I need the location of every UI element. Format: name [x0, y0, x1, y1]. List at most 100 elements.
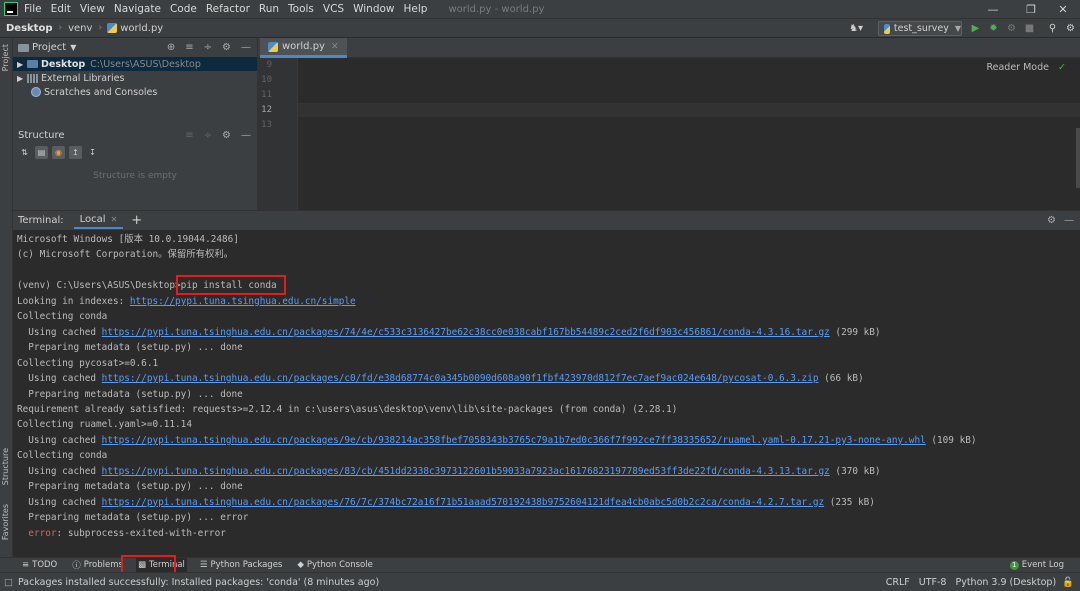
minimize-icon[interactable]: —: [976, 0, 1010, 19]
terminal-line: error: subprocess-exited-with-error: [17, 527, 226, 541]
stop-icon[interactable]: ■: [1023, 22, 1036, 35]
todo-tool-button[interactable]: ≡ TODO: [20, 558, 59, 573]
collapse-all-icon[interactable]: ≡: [185, 42, 193, 53]
menu-code[interactable]: Code: [170, 3, 197, 15]
terminal-line: Collecting conda: [17, 310, 107, 324]
structure-stripe-button[interactable]: Structure: [1, 448, 10, 485]
menu-window[interactable]: Window: [353, 3, 394, 15]
project-panel-title[interactable]: Project: [32, 42, 66, 53]
tree-item-label: Scratches and Consoles: [44, 86, 158, 98]
terminal-line-text: Collecting pycosat>=0.6.1: [17, 357, 159, 369]
show-inherited-icon[interactable]: ◉: [52, 145, 65, 159]
lock-icon[interactable]: 🔓: [1062, 577, 1074, 588]
python-console-tool-button[interactable]: ◆ Python Console: [295, 558, 374, 573]
menu-file[interactable]: File: [24, 3, 42, 15]
hide-icon[interactable]: —: [241, 42, 251, 53]
python-packages-tool-button[interactable]: ☰ Python Packages: [198, 558, 284, 573]
debug-icon[interactable]: ✹: [987, 22, 1000, 35]
menu-vcs[interactable]: VCS: [323, 3, 344, 15]
structure-toolbar: ⇅ ▤ ◉ ↥ ↧: [13, 143, 257, 161]
restore-icon[interactable]: ❐: [1014, 0, 1048, 19]
editor-tab-world-py[interactable]: world.py ✕: [260, 38, 347, 58]
collapse-all-icon[interactable]: ≡: [185, 130, 193, 141]
terminal-line: Using cached https://pypi.tuna.tsinghua.…: [17, 434, 976, 448]
terminal-output[interactable]: Microsoft Windows [版本 10.0.19044.2486] (c…: [13, 230, 1080, 557]
breadcrumb-file-label: world.py: [120, 22, 164, 34]
terminal-link[interactable]: https://pypi.tuna.tsinghua.edu.cn/packag…: [102, 327, 830, 338]
terminal-link[interactable]: https://pypi.tuna.tsinghua.edu.cn/packag…: [102, 373, 819, 384]
project-stripe-button[interactable]: Project: [1, 44, 10, 71]
breadcrumb-desktop[interactable]: Desktop: [6, 23, 53, 34]
terminal-line-text: Collecting conda: [17, 450, 108, 462]
menu-edit[interactable]: Edit: [51, 3, 71, 15]
terminal-tool-button[interactable]: ▩ Terminal: [135, 557, 187, 573]
terminal-line: Preparing metadata (setup.py) ... done: [17, 388, 243, 402]
terminal-line-text: Collecting ruamel.yaml>=0.11.14: [17, 419, 192, 431]
terminal-line-text: Microsoft Windows [版本 10.0.19044.2486]: [17, 234, 239, 245]
tree-item-external-libraries[interactable]: ▶ External Libraries: [13, 71, 257, 85]
terminal-line-text: Looking in indexes:: [17, 295, 130, 307]
info-icon: ⓘ: [72, 561, 81, 571]
gear-icon[interactable]: ⚙: [222, 42, 231, 53]
expand-all-icon[interactable]: ÷: [204, 130, 212, 141]
menu-help[interactable]: Help: [404, 3, 428, 15]
search-icon[interactable]: ⚲: [1046, 22, 1059, 35]
chevron-right-icon[interactable]: ▶: [17, 60, 27, 69]
close-icon[interactable]: ✕: [331, 42, 339, 52]
terminal-link[interactable]: https://pypi.tuna.tsinghua.edu.cn/simple: [130, 296, 356, 307]
terminal-tab-local[interactable]: Local ✕: [73, 212, 124, 229]
locate-icon[interactable]: ⊕: [167, 42, 175, 53]
code-editor[interactable]: Reader Mode ✓: [298, 58, 1080, 210]
python-interpreter[interactable]: Python 3.9 (Desktop): [955, 577, 1056, 588]
chevron-down-icon[interactable]: ▼: [70, 43, 76, 52]
line-number: 13: [261, 120, 272, 130]
problems-tool-button[interactable]: ⓘ Problems: [70, 558, 125, 573]
gear-icon[interactable]: ⚙: [1047, 215, 1056, 226]
tree-item-desktop[interactable]: ▶ Desktop C:\Users\ASUS\Desktop: [13, 57, 257, 71]
editor-scrollbar[interactable]: [1076, 128, 1080, 188]
sort-icon[interactable]: ⇅: [18, 146, 31, 159]
autoscroll-to-source-icon[interactable]: ↥: [69, 145, 82, 159]
menu-tools[interactable]: Tools: [288, 3, 314, 15]
tree-item-scratches[interactable]: Scratches and Consoles: [13, 85, 257, 99]
breadcrumb-file[interactable]: world.py: [107, 22, 164, 34]
settings-icon[interactable]: ⚙: [1064, 22, 1077, 35]
run-config-selector[interactable]: test_survey ▼: [878, 21, 962, 36]
coverage-icon[interactable]: ⚙: [1005, 22, 1018, 35]
chevron-right-icon[interactable]: ▶: [17, 74, 27, 83]
python-icon: ◆: [297, 560, 304, 570]
reader-mode-toggle[interactable]: Reader Mode ✓: [986, 62, 1066, 73]
menu-refactor[interactable]: Refactor: [206, 3, 250, 15]
close-window-icon[interactable]: ✕: [1046, 0, 1080, 19]
event-log-tool-button[interactable]: 1 Event Log: [1008, 558, 1066, 573]
show-fields-icon[interactable]: ▤: [35, 145, 48, 159]
breadcrumb-venv[interactable]: venv: [68, 23, 92, 34]
file-encoding[interactable]: UTF-8: [919, 577, 947, 588]
status-toggle-icon[interactable]: □: [4, 577, 13, 588]
terminal-link[interactable]: https://pypi.tuna.tsinghua.edu.cn/packag…: [102, 466, 830, 477]
terminal-link[interactable]: https://pypi.tuna.tsinghua.edu.cn/packag…: [102, 435, 926, 446]
hide-icon[interactable]: —: [1064, 215, 1074, 226]
terminal-link[interactable]: https://pypi.tuna.tsinghua.edu.cn/packag…: [102, 497, 824, 508]
status-message[interactable]: Packages installed successfully: Install…: [18, 577, 379, 588]
run-icon[interactable]: ▶: [969, 22, 982, 35]
line-separator[interactable]: CRLF: [886, 577, 910, 588]
new-terminal-icon[interactable]: +: [131, 213, 142, 228]
menu-run[interactable]: Run: [259, 3, 279, 15]
close-icon[interactable]: ✕: [111, 215, 118, 224]
project-icon: [18, 43, 29, 52]
terminal-line-text: Using cached: [17, 373, 102, 385]
terminal-label: Terminal:: [18, 215, 64, 226]
menu-view[interactable]: View: [80, 3, 105, 15]
user-icon[interactable]: ♞▾: [846, 22, 866, 35]
expand-all-icon[interactable]: ÷: [204, 42, 212, 53]
autoscroll-from-source-icon[interactable]: ↧: [86, 146, 99, 159]
left-tool-stripe: Project Structure Favorites: [0, 38, 13, 572]
menu-navigate[interactable]: Navigate: [114, 3, 161, 15]
favorites-stripe-button[interactable]: Favorites: [1, 504, 10, 540]
gear-icon[interactable]: ⚙: [222, 130, 231, 141]
hide-icon[interactable]: —: [241, 130, 251, 141]
python-packages-label: Python Packages: [210, 560, 283, 570]
terminal-line: Looking in indexes: https://pypi.tuna.ts…: [17, 295, 356, 309]
terminal-line: Using cached https://pypi.tuna.tsinghua.…: [17, 465, 880, 479]
